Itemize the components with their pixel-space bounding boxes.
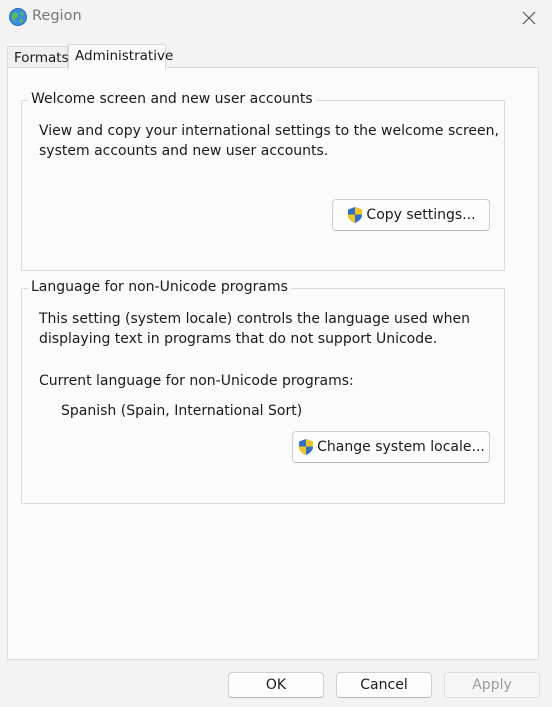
dialog-button-bar: OK Cancel Apply xyxy=(0,661,552,707)
non-unicode-description-line-1: This setting (system locale) controls th… xyxy=(39,311,470,327)
copy-settings-label: Copy settings... xyxy=(366,207,476,223)
non-unicode-description-line-2: displaying text in programs that do not … xyxy=(39,331,438,347)
welcome-group-title: Welcome screen and new user accounts xyxy=(28,91,316,107)
ok-label: OK xyxy=(265,677,287,693)
current-language-label: Current language for non-Unicode program… xyxy=(39,373,354,389)
welcome-screen-group: Welcome screen and new user accounts Vie… xyxy=(21,91,505,271)
change-system-locale-label: Change system locale... xyxy=(317,439,485,455)
tab-panel-administrative: Welcome screen and new user accounts Vie… xyxy=(7,67,539,660)
tab-formats[interactable]: Formats xyxy=(7,46,69,68)
current-language-value: Spanish (Spain, International Sort) xyxy=(61,403,303,419)
uac-shield-icon xyxy=(299,439,314,455)
non-unicode-description: This setting (system locale) controls th… xyxy=(39,309,470,349)
globe-icon xyxy=(8,7,28,27)
non-unicode-group-title: Language for non-Unicode programs xyxy=(28,279,291,295)
window-title: Region xyxy=(32,8,82,24)
change-system-locale-button[interactable]: Change system locale... xyxy=(292,431,490,463)
welcome-description-line-1: View and copy your international setting… xyxy=(39,123,499,139)
apply-label: Apply xyxy=(472,677,512,693)
non-unicode-group: Language for non-Unicode programs This s… xyxy=(21,279,505,504)
welcome-description-line-2: system accounts and new user accounts. xyxy=(39,143,329,159)
cancel-label: Cancel xyxy=(360,677,408,693)
close-icon xyxy=(522,11,536,25)
cancel-button[interactable]: Cancel xyxy=(336,672,432,698)
ok-button[interactable]: OK xyxy=(228,672,324,698)
apply-button[interactable]: Apply xyxy=(444,672,540,698)
uac-shield-icon xyxy=(348,207,363,223)
title-bar: Region xyxy=(0,0,552,36)
tab-administrative[interactable]: Administrative xyxy=(68,44,173,70)
copy-settings-button[interactable]: Copy settings... xyxy=(332,199,490,231)
welcome-group-description: View and copy your international setting… xyxy=(39,121,499,161)
close-button[interactable] xyxy=(516,6,542,30)
